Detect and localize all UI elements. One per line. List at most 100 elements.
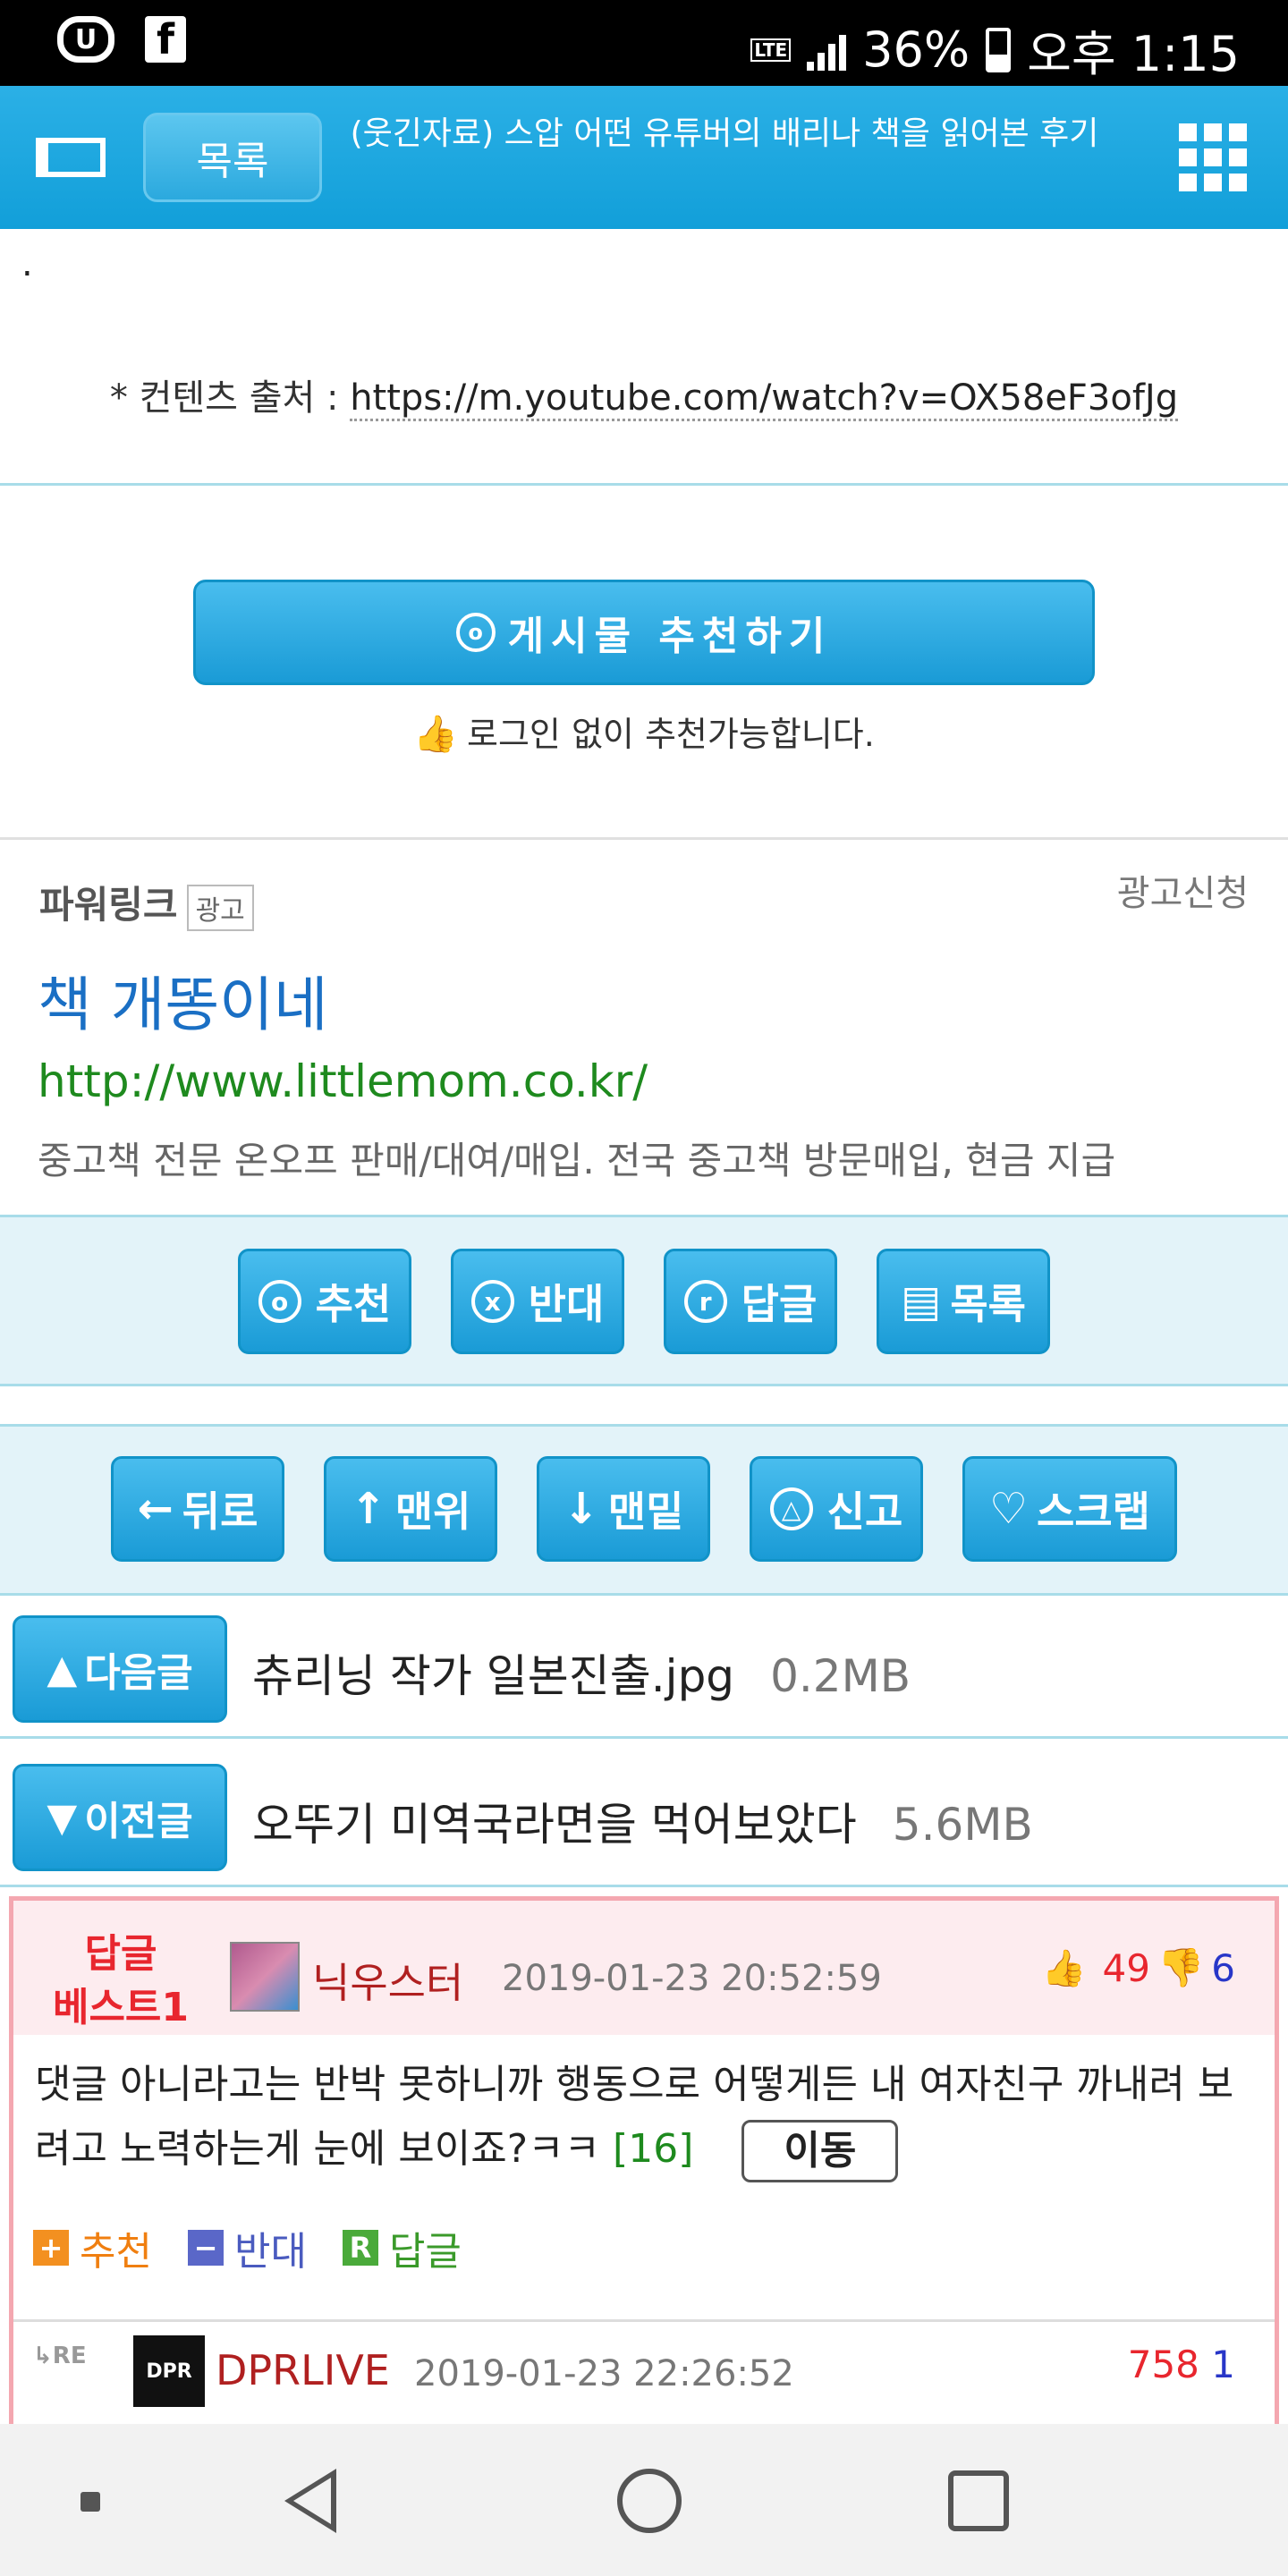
grid-menu-icon[interactable] [1179,123,1247,191]
comment-actions: + 추천 − 반대 R 답글 [33,2219,462,2276]
arrow-up-icon: ↑ [350,1484,386,1534]
oppose-button[interactable]: x 반대 [451,1249,624,1354]
reply-votes: 758 1 [1128,2343,1235,2386]
reply-r-icon: R [342,2230,378,2266]
system-nav-bar [0,2424,1288,2576]
action-bar [0,1215,1288,1386]
back-button[interactable]: ← 뒤로 [111,1456,284,1562]
recommend-icon: o [455,613,496,652]
source-prefix: * 컨텐츠 출처 : [109,377,351,419]
comment-reply-label: 답글 [388,2229,462,2275]
prev-post-row[interactable]: ▼ 이전글 오뚜기 미역국라면을 먹어보았다 5.6MB [0,1744,1288,1887]
thumbs-up-icon: 👍 [413,714,459,755]
reply-nickname[interactable]: DPRLIVE [216,2346,390,2394]
reply-button-label: 답글 [741,1280,818,1328]
thumbs-up-icon: 👍 [1041,1947,1087,1989]
reply-downvote-count: 1 [1211,2343,1235,2386]
reply-arrow-icon: ↳RE [33,2343,87,2369]
next-post-row[interactable]: ▲ 다음글 츄리닝 작가 일본진출.jpg 0.2MB [0,1596,1288,1739]
list-button-label: 목록 [950,1280,1026,1328]
reply-count: [16] [613,2126,694,2172]
best-label-line1: 답글 [84,1931,157,1977]
best-label-line2: 베스트1 [52,1985,190,2030]
oppose-icon: x [470,1280,514,1323]
back-icon-inner [293,2478,331,2524]
carrier-logo-icon: U [57,16,114,63]
arrow-down-icon: ↓ [563,1484,599,1534]
ad-url-link[interactable]: http://www.littlemom.co.kr/ [38,1055,648,1107]
reply-button[interactable]: r 답글 [664,1249,837,1354]
recent-apps-icon[interactable] [948,2470,1009,2531]
bottom-button[interactable]: ↓ 맨밑 [537,1456,710,1562]
comment-oppose-button[interactable]: − 반대 [187,2219,307,2276]
oppose-button-label: 반대 [528,1280,605,1328]
prev-post-button[interactable]: ▼ 이전글 [13,1764,227,1871]
report-icon: △ [769,1487,813,1530]
scrap-button[interactable]: ♡ 스크랩 [962,1456,1177,1562]
reply-upvote-count: 758 [1127,2343,1199,2386]
status-right: LTE 36% 오후 1:15 [750,14,1240,85]
recommend-button[interactable]: o 추천 [238,1249,411,1354]
triangle-up-icon: ▲ [47,1646,78,1692]
next-post-title[interactable]: 츄리닝 작가 일본진출.jpg 0.2MB [252,1640,911,1705]
page-title: (웃긴자료) 스압 어떤 유튜버의 배리나 책을 읽어본 후기 [350,115,1099,152]
upvote-count: 49 [1102,1945,1150,1990]
next-post-size: 0.2MB [770,1650,911,1702]
signal-icon [807,30,847,71]
status-left: U f [57,16,186,63]
arrow-left-icon: ← [137,1484,174,1534]
comment-body: 댓글 아니라고는 반박 못하니까 행동으로 어떻게든 내 여자친구 까내려 보려… [35,2053,1269,2182]
nav-dot-icon[interactable] [80,2492,100,2512]
ad-description: 중고책 전문 온오프 판매/대여/매입. 전국 중고책 방문매입, 현금 지급 [38,1139,1116,1182]
list-bottom-button[interactable]: ▤ 목록 [877,1249,1050,1354]
menu-icon[interactable] [36,138,106,177]
best-comment-header: 답글 베스트1 닉우스터 2019-01-23 20:52:59 👍 49 👎 … [13,1901,1275,2035]
ad-apply-link[interactable]: 광고신청 [1117,864,1249,916]
best-comment: 답글 베스트1 닉우스터 2019-01-23 20:52:59 👍 49 👎 … [9,1896,1279,2424]
prev-post-title[interactable]: 오뚜기 미역국라면을 먹어보았다 5.6MB [252,1789,1033,1853]
prev-post-label: 이전글 [84,1799,193,1844]
reply-date: 2019-01-23 22:26:52 [414,2353,794,2394]
divider [13,2319,1275,2322]
recommend-icon: o [258,1280,301,1323]
comment-reply-button[interactable]: R 답글 [342,2219,462,2276]
comment-recommend-label: 추천 [80,2229,152,2275]
source-link[interactable]: https://m.youtube.com/watch?v=OX58eF3ofJ… [350,377,1179,421]
home-icon[interactable] [617,2469,682,2533]
battery-icon [986,27,1012,72]
re-mark-text: RE [52,2343,87,2369]
divider [0,483,1288,486]
report-button[interactable]: △ 신고 [750,1456,923,1562]
facebook-icon: f [145,16,186,63]
scrap-button-label: 스크랩 [1037,1487,1150,1536]
avatar[interactable] [230,1942,300,2012]
status-bar: U f LTE 36% 오후 1:15 [0,0,1288,86]
thumbs-down-icon: 👎 [1157,1945,1205,1989]
triangle-down-icon: ▼ [47,1794,78,1841]
ad-brand: 파워링크 광고 [39,875,254,931]
ad-title-link[interactable]: 책 개똥이네 [38,957,328,1043]
next-post-title-text: 츄리닝 작가 일본진출.jpg [252,1650,735,1702]
recommend-button-label: 추천 [315,1280,392,1328]
comment-oppose-label: 반대 [233,2229,307,2275]
divider [0,837,1288,840]
avatar[interactable]: DPR [133,2335,205,2407]
downvote-count: 6 [1211,1945,1235,1990]
next-post-button[interactable]: ▲ 다음글 [13,1615,227,1723]
best-comment-label: 답글 베스트1 [40,1928,201,2035]
comment-votes: 👍 49 👎 6 [1042,1945,1235,1990]
clock: 오후 1:15 [1027,26,1240,82]
ad-brand-text: 파워링크 [39,883,178,927]
comment-nickname[interactable]: 닉우스터 [312,1951,463,2010]
comment-recommend-button[interactable]: + 추천 [33,2219,152,2276]
top-button[interactable]: ↑ 맨위 [324,1456,497,1562]
back-button-label: 뒤로 [182,1487,258,1536]
heart-icon: ♡ [989,1484,1029,1534]
list-icon: ▤ [901,1276,942,1326]
list-button[interactable]: 목록 [143,113,322,202]
move-button[interactable]: 이동 [741,2120,899,2182]
next-post-label: 다음글 [84,1650,193,1696]
recommend-post-button[interactable]: o 게시물 추천하기 [193,580,1095,685]
report-button-label: 신고 [826,1487,903,1536]
comment-date: 2019-01-23 20:52:59 [502,1958,882,1999]
